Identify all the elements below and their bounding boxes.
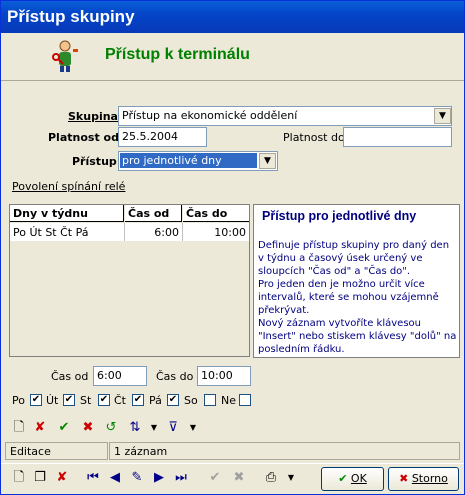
- discard-icon[interactable]: ✖: [231, 470, 247, 486]
- status-bar: Editace 1 záznam: [5, 442, 460, 460]
- sort-icon[interactable]: ⇅: [127, 420, 143, 436]
- confirm-icon[interactable]: ✔: [56, 420, 72, 436]
- checkmark-icon: ✔: [133, 394, 143, 405]
- save-icon[interactable]: ✔: [207, 470, 223, 486]
- checkbox-ut[interactable]: ✔: [63, 394, 75, 406]
- table-row-from-cell[interactable]: 6:00: [125, 223, 183, 241]
- grid-header-to[interactable]: Čas do: [183, 205, 249, 222]
- time-to-label: Čas do: [156, 370, 194, 383]
- dialog-window: Přístup skupiny Přístup k terminálu Skup…: [0, 0, 465, 495]
- day-label-pa: Pá: [149, 394, 162, 407]
- valid-from-field[interactable]: 25.5.2004: [118, 127, 207, 147]
- day-label-ne: Ne: [221, 394, 236, 407]
- user-key-icon: [52, 40, 78, 72]
- checkmark-icon: ✔: [99, 394, 109, 405]
- checkbox-ne[interactable]: [239, 394, 251, 406]
- day-label-so: So: [184, 394, 198, 407]
- checkmark-icon: ✔: [168, 394, 178, 405]
- previous-record-icon[interactable]: ◀: [107, 470, 123, 486]
- access-dropdown-button[interactable]: ▼: [259, 153, 276, 169]
- dialog-header: Přístup k terminálu: [1, 33, 464, 81]
- grid-header-days[interactable]: Dny v týdnu: [10, 205, 124, 222]
- status-records: 1 záznam: [109, 442, 460, 460]
- checkbox-pa[interactable]: ✔: [167, 394, 179, 406]
- valid-to-label: Platnost do: [283, 131, 345, 144]
- day-label-ut: Út: [46, 394, 59, 407]
- marker-icon[interactable]: ✎: [129, 470, 145, 486]
- cancel-icon[interactable]: ✖: [80, 420, 96, 436]
- delete-record-icon[interactable]: ✘: [32, 420, 48, 436]
- relay-switch-link[interactable]: Povolení spínání relé: [12, 180, 125, 193]
- time-from-field[interactable]: 6:00: [93, 366, 147, 386]
- days-grid[interactable]: Dny v týdnu Čas od Čas do Po Út St Čt Pá…: [9, 204, 250, 357]
- day-label-st: St: [80, 394, 92, 407]
- valid-from-value: 25.5.2004: [122, 130, 178, 143]
- first-record-icon[interactable]: ⏮: [85, 470, 101, 486]
- valid-to-field[interactable]: [343, 127, 452, 147]
- table-row-days-cell[interactable]: Po Út St Čt Pá: [10, 223, 125, 241]
- time-from-value: 6:00: [97, 369, 122, 382]
- status-mode: Editace: [5, 442, 108, 460]
- checkbox-so[interactable]: [204, 394, 216, 406]
- bottom-toolbar: 🗋 ❐ ✘ ⏮ ◀ ✎ ▶ ⏭ ✔ ✖ ⎙ ▼ ✔ OK ✖ Storno: [1, 463, 464, 493]
- checkbox-ct[interactable]: ✔: [132, 394, 144, 406]
- header-title: Přístup k terminálu: [105, 46, 250, 63]
- access-select-value: pro jednotlivé dny: [120, 153, 257, 168]
- grid-header-from[interactable]: Čas od: [125, 205, 182, 222]
- day-label-po: Po: [12, 394, 25, 407]
- checkbox-po[interactable]: ✔: [30, 394, 42, 406]
- time-to-field[interactable]: 10:00: [197, 366, 251, 386]
- copy-document-icon[interactable]: ❐: [32, 470, 48, 486]
- info-text: Definuje přístup skupiny pro daný den v …: [258, 240, 457, 355]
- time-to-value: 10:00: [201, 369, 233, 382]
- filter-icon[interactable]: ⊽: [165, 420, 181, 436]
- new-record-icon[interactable]: 🗋: [11, 420, 27, 436]
- undo-icon[interactable]: ↺: [103, 420, 119, 436]
- ok-button-label: OK: [350, 472, 367, 485]
- sort-dropdown-icon[interactable]: ▼: [146, 420, 162, 436]
- new-document-icon[interactable]: 🗋: [11, 470, 27, 486]
- valid-from-label: Platnost od: [48, 131, 119, 144]
- close-icon: ✖: [399, 472, 409, 485]
- cancel-button[interactable]: ✖ Storno: [388, 467, 459, 491]
- info-title: Přístup pro jednotlivé dny: [262, 209, 417, 223]
- filter-dropdown-icon[interactable]: ▼: [185, 420, 201, 436]
- check-icon: ✔: [338, 472, 348, 485]
- access-select[interactable]: pro jednotlivé dny: [118, 151, 278, 171]
- print-dropdown-icon[interactable]: ▼: [283, 470, 299, 486]
- time-from-label: Čas od: [51, 370, 89, 383]
- last-record-icon[interactable]: ⏭: [173, 470, 189, 486]
- checkmark-icon: ✔: [31, 394, 41, 405]
- ok-button[interactable]: ✔ OK: [321, 467, 384, 491]
- print-icon[interactable]: ⎙: [263, 470, 279, 486]
- group-dropdown-button[interactable]: ▼: [434, 108, 451, 124]
- window-title: Přístup skupiny: [7, 7, 135, 26]
- access-label: Přístup: [72, 155, 117, 168]
- title-bar[interactable]: Přístup skupiny: [1, 1, 464, 33]
- chevron-down-icon: ▼: [264, 156, 271, 166]
- info-panel: Přístup pro jednotlivé dny Definuje přís…: [253, 204, 460, 358]
- delete-document-icon[interactable]: ✘: [54, 470, 70, 486]
- group-select-value: Přístup na ekonomické oddělení: [122, 109, 298, 122]
- checkmark-icon: ✔: [64, 394, 74, 405]
- table-row-to-cell[interactable]: 10:00: [183, 223, 249, 241]
- checkbox-st[interactable]: ✔: [98, 394, 110, 406]
- chevron-down-icon: ▼: [439, 111, 446, 121]
- group-select[interactable]: Přístup na ekonomické oddělení: [118, 106, 452, 126]
- next-record-icon[interactable]: ▶: [151, 470, 167, 486]
- group-label: Skupina: [68, 110, 118, 123]
- cancel-button-label: Storno: [411, 472, 448, 485]
- day-label-ct: Čt: [114, 394, 126, 407]
